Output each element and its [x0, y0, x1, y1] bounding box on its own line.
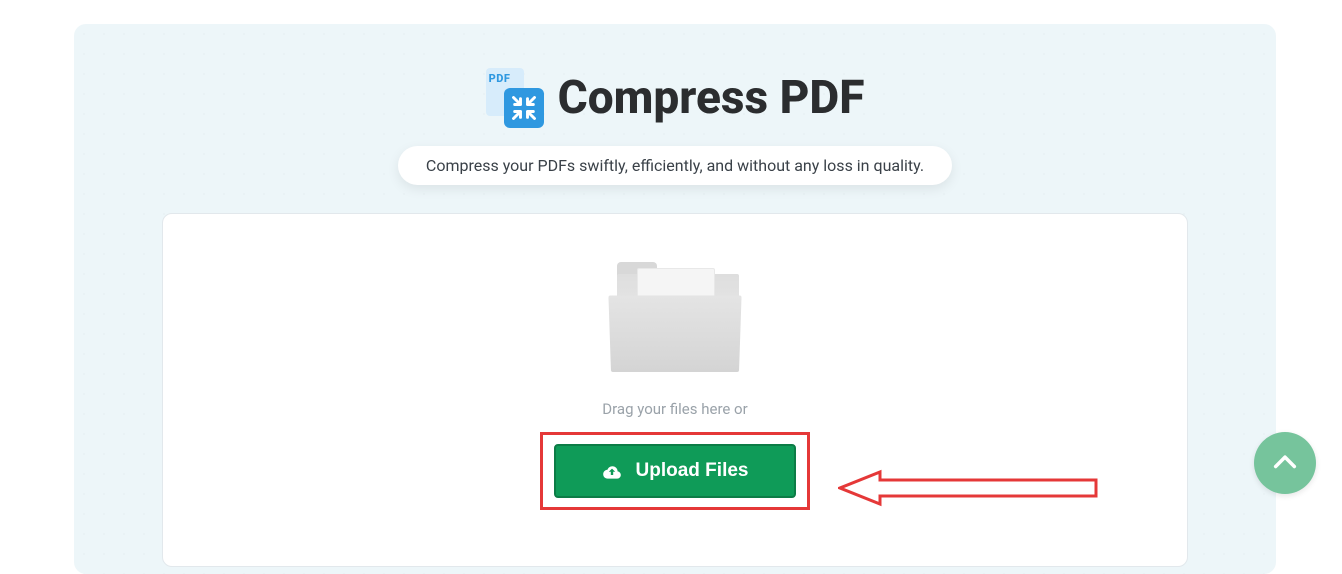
subtitle-pill: Compress your PDFs swiftly, efficiently,…: [398, 146, 952, 185]
upload-button-label: Upload Files: [636, 460, 749, 482]
drag-hint-text: Drag your files here or: [602, 400, 747, 418]
header-section: PDF Compress PDF: [74, 68, 1276, 128]
upload-dropzone[interactable]: Drag your files here or Upload Files: [162, 213, 1188, 567]
main-panel: PDF Compress PDF Compress your PDFs swif…: [74, 24, 1276, 574]
upload-files-button[interactable]: Upload Files: [554, 444, 797, 498]
pdf-badge-label: PDF: [489, 72, 511, 85]
scroll-to-top-button[interactable]: [1254, 432, 1316, 494]
pdf-compress-icon: PDF: [486, 68, 544, 128]
folder-icon: [611, 262, 739, 372]
upload-button-highlight: Upload Files: [540, 432, 811, 510]
chevron-up-icon: [1271, 449, 1299, 477]
page-title: Compress PDF: [558, 71, 865, 125]
cloud-upload-icon: [602, 463, 622, 479]
subtitle-text: Compress your PDFs swiftly, efficiently,…: [426, 156, 924, 175]
